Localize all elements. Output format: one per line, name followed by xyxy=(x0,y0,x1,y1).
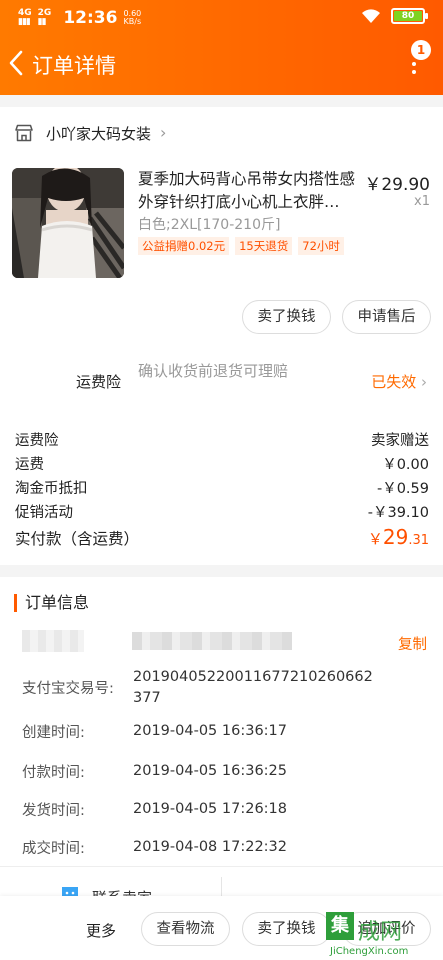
fee-row: 运费 ￥0.00 xyxy=(0,451,443,475)
info-value: 2019-04-05 16:36:17 xyxy=(133,723,287,739)
info-value: 2019-04-05 16:36:25 xyxy=(133,763,287,779)
tag-return: 15天退货 xyxy=(235,237,293,255)
fee-value: -￥0.59 xyxy=(376,481,429,497)
product-image[interactable] xyxy=(12,168,124,278)
total-label: 实付款（含运费） xyxy=(15,530,140,548)
app-header: 4G ▮▮▮ 2G ▮▮ 12:36 0.60 KB/s 80 订单详情 1 xyxy=(0,0,443,95)
back-button[interactable] xyxy=(6,48,30,82)
watermark: 集 成网 JiChengXin.com xyxy=(326,912,443,960)
more-vertical-icon xyxy=(412,62,416,66)
info-key: 支付宝交易号: xyxy=(22,681,114,697)
insurance-label: 运费险 xyxy=(76,373,122,391)
info-key: 发货时间: xyxy=(22,803,85,819)
fee-value: 卖家赠送 xyxy=(371,433,429,449)
more-vertical-icon-dot xyxy=(412,70,416,74)
sell-exchange-button[interactable]: 卖了换钱 xyxy=(242,300,331,334)
insurance-desc: 确认收货前退货可理赔 xyxy=(138,362,289,380)
watermark-text: 成网 xyxy=(358,920,403,945)
watermark-url: JiChengXin.com xyxy=(330,946,409,957)
sell-exchange-bottom-button[interactable]: 卖了换钱 xyxy=(242,912,331,946)
battery-level: 80 xyxy=(394,11,422,21)
fee-label: 运费险 xyxy=(15,433,59,449)
network-indicator-1: 4G ▮▮▮ xyxy=(18,8,32,27)
shop-name: 小吖家大码女装 xyxy=(46,125,152,143)
shop-row[interactable]: 小吖家大码女装 › xyxy=(0,107,443,159)
product-title[interactable]: 夏季加大码背心吊带女内搭性感外穿针织打底小心机上衣胖… xyxy=(138,168,366,214)
more-actions-button[interactable]: 更多 xyxy=(86,920,116,941)
page-title: 订单详情 xyxy=(32,54,116,78)
tag-charity: 公益捐赠0.02元 xyxy=(138,237,230,255)
tag-shipping: 72小时 xyxy=(298,237,344,255)
chevron-left-icon xyxy=(9,50,23,76)
chevron-right-icon: › xyxy=(160,123,167,142)
fee-row: 淘金币抵扣 -￥0.59 xyxy=(0,475,443,499)
info-key: 成交时间: xyxy=(22,841,85,857)
after-sale-button[interactable]: 申请售后 xyxy=(342,300,431,334)
info-key: 付款时间: xyxy=(22,765,85,781)
redacted-label xyxy=(22,630,84,652)
wifi-icon xyxy=(362,9,380,23)
insurance-status[interactable]: 已失效 › xyxy=(371,371,427,392)
fee-value: ￥0.00 xyxy=(382,457,429,473)
info-value: 2019-04-05 17:26:18 xyxy=(133,801,287,817)
battery-icon: 80 xyxy=(391,8,428,24)
network-speed: 0.60 KB/s xyxy=(123,9,142,26)
info-value: 20190405220011677210260662377 xyxy=(133,669,373,706)
order-info-title: 订单信息 xyxy=(14,594,89,612)
total-amount: ￥29.31 xyxy=(367,525,429,549)
fee-label: 促销活动 xyxy=(15,505,73,521)
info-value: 2019-04-08 17:22:32 xyxy=(133,839,287,855)
copy-button[interactable]: 复制 xyxy=(398,633,427,654)
product-price: ￥29.90 xyxy=(364,175,430,195)
chevron-right-icon: › xyxy=(421,373,427,391)
fee-row: 运费险 卖家赠送 xyxy=(0,427,443,451)
fee-label: 运费 xyxy=(15,457,44,473)
product-quantity: x1 xyxy=(414,194,430,209)
network-indicator-2: 2G ▮▮ xyxy=(37,8,52,27)
fee-label: 淘金币抵扣 xyxy=(15,481,88,497)
watermark-mark: 集 xyxy=(326,912,354,940)
product-sku: 白色;2XL[170-210斤] xyxy=(138,217,281,233)
contact-seller-row[interactable]: 联系卖家 xyxy=(0,866,443,900)
product-photo-illustration xyxy=(12,168,124,278)
notification-badge: 1 xyxy=(411,40,431,60)
fee-row: 促销活动 -￥39.10 xyxy=(0,499,443,523)
view-logistics-button[interactable]: 查看物流 xyxy=(141,912,230,946)
shop-icon xyxy=(15,124,33,142)
info-key: 创建时间: xyxy=(22,725,85,741)
clock: 12:36 xyxy=(63,8,118,28)
status-bar: 4G ▮▮▮ 2G ▮▮ 12:36 0.60 KB/s 80 xyxy=(0,0,443,34)
fee-value: -￥39.10 xyxy=(367,505,429,521)
product-tags: 公益捐赠0.02元 15天退货 72小时 xyxy=(138,237,344,255)
redacted-order-number xyxy=(132,632,292,650)
